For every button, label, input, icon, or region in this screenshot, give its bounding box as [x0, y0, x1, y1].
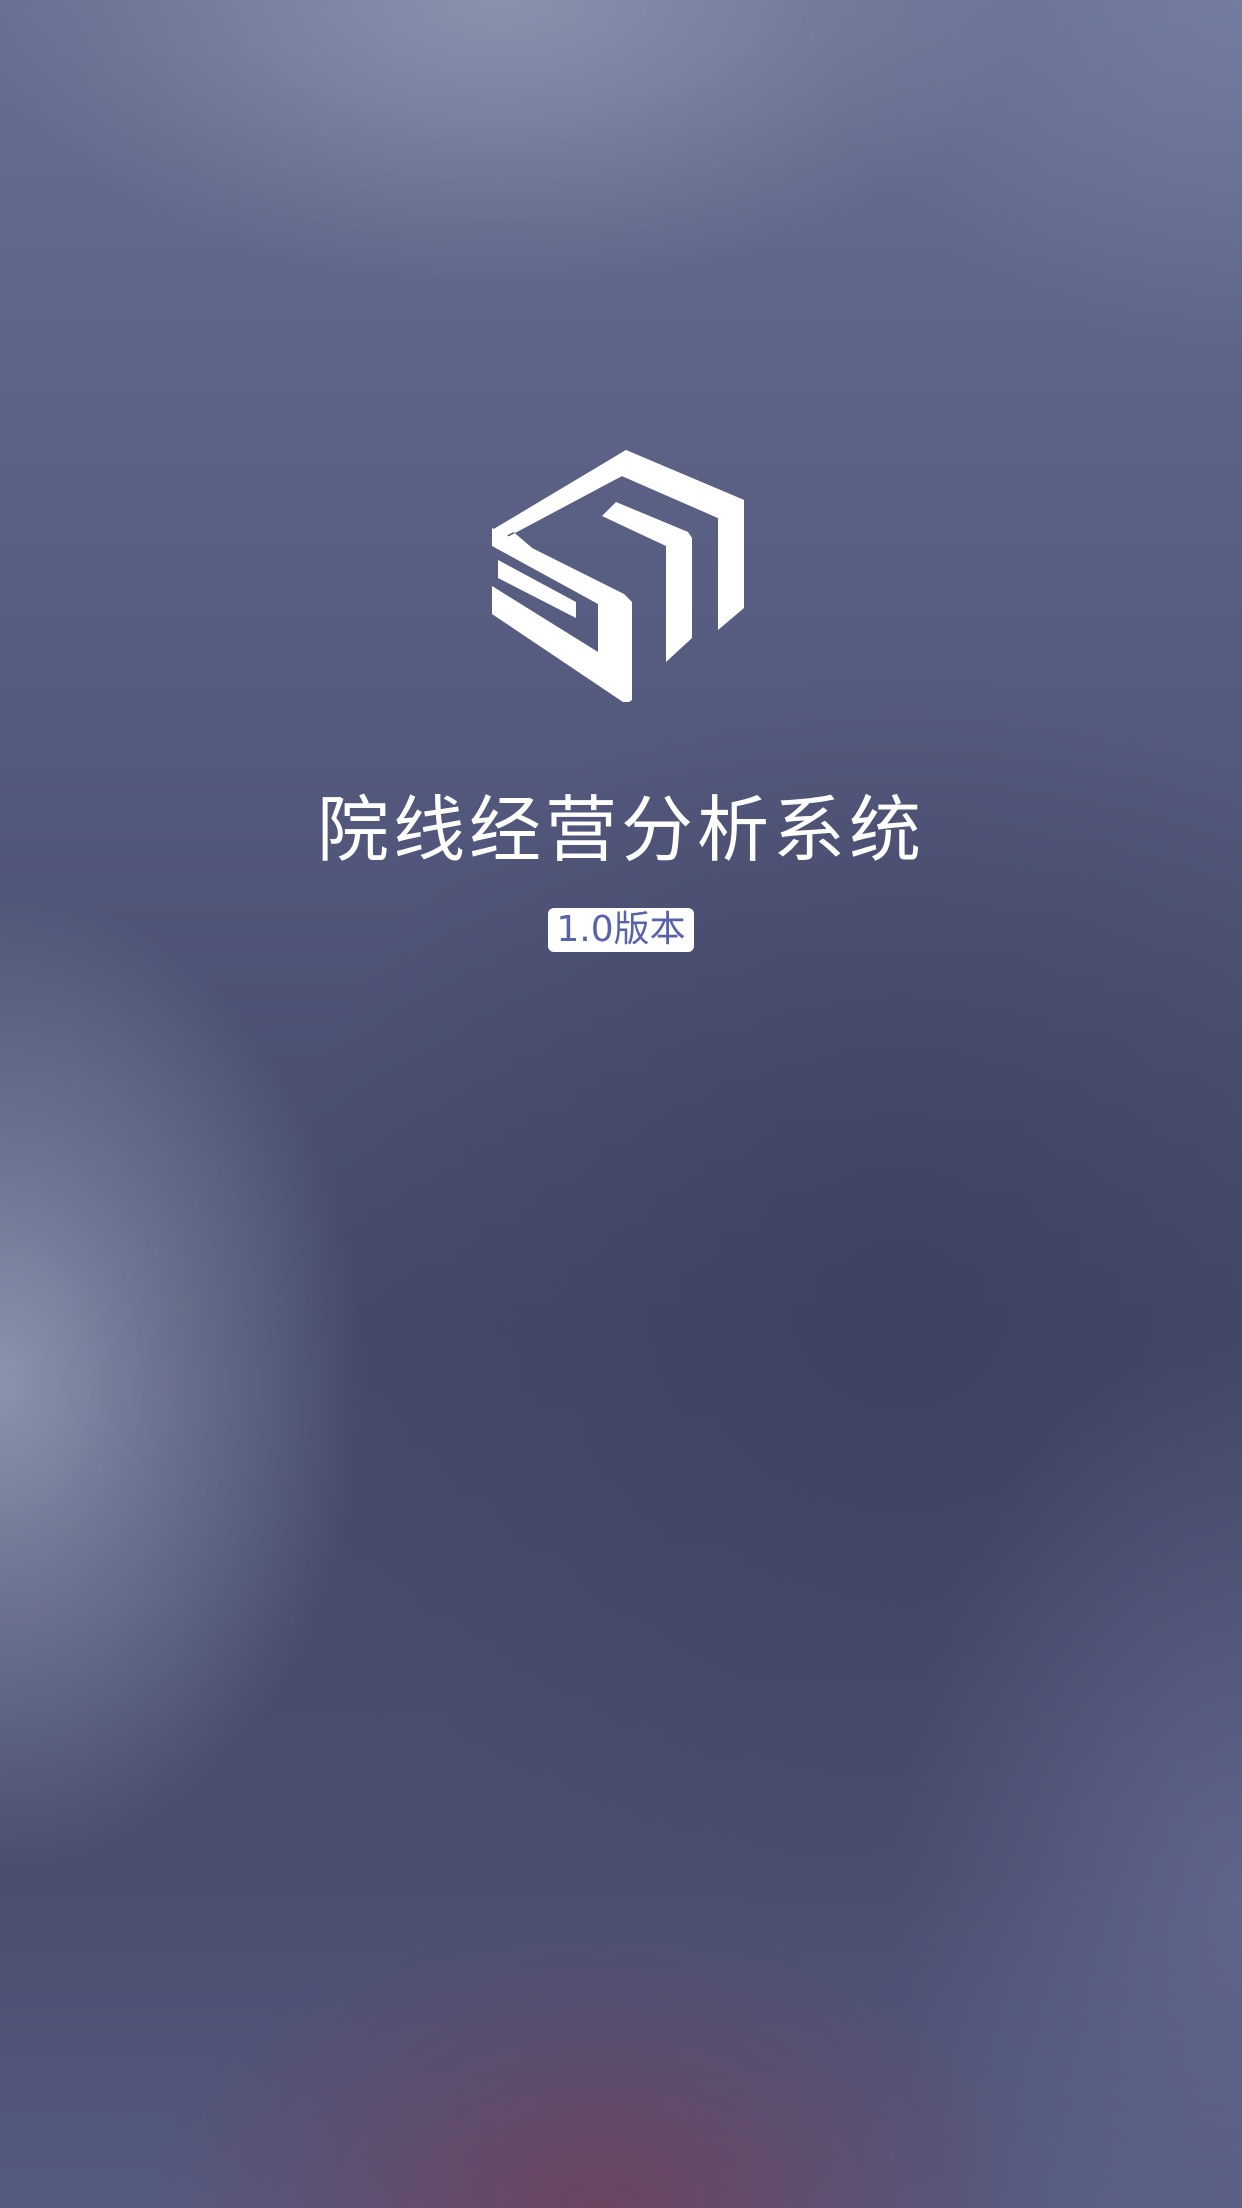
version-container: 1.0版本	[0, 908, 1242, 952]
app-title: 院线经营分析系统	[316, 788, 925, 872]
version-badge: 1.0版本	[548, 908, 694, 952]
app-logo-icon	[492, 448, 746, 702]
splash-background	[0, 0, 1242, 2208]
